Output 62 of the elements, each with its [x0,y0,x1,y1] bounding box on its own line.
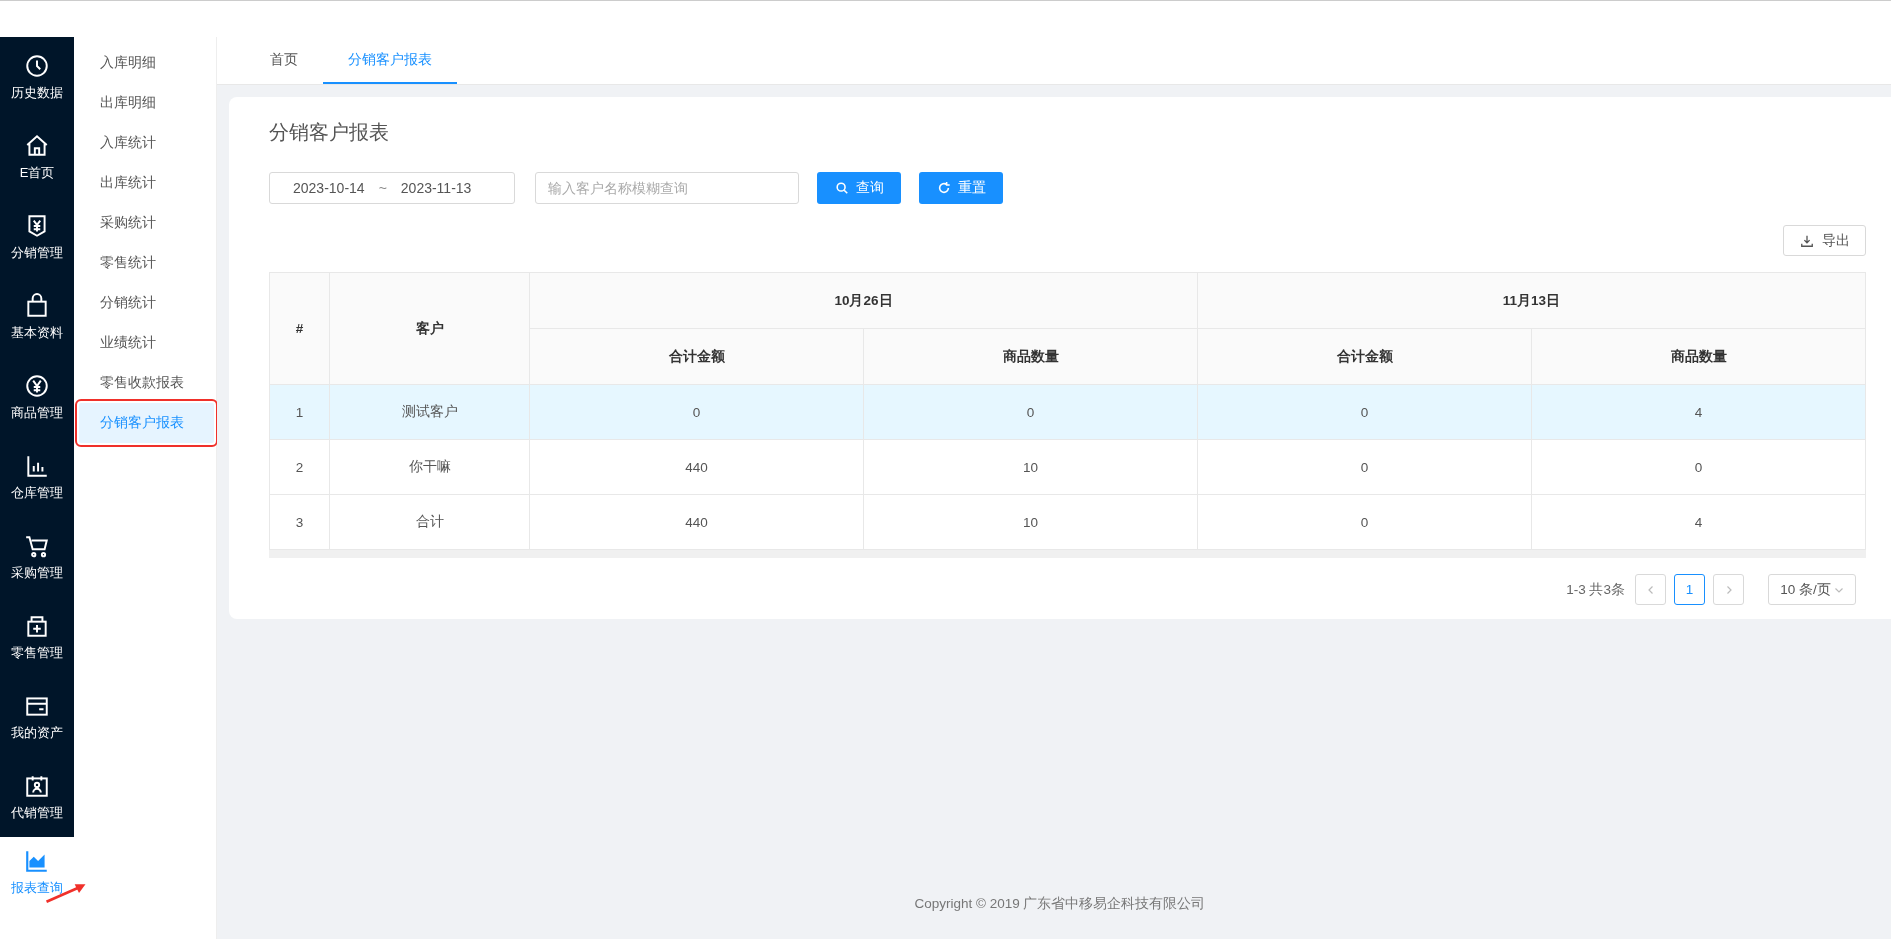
table-cell: 440 [529,439,864,495]
page-tab[interactable]: 首页 [245,37,323,84]
bag-icon [24,292,50,319]
nav-item[interactable]: 分销管理 [0,197,74,277]
table-cell: 合计 [329,494,530,550]
submenu-item[interactable]: 出库明细 [79,83,214,123]
home-icon [24,132,50,159]
table-cell: 10 [863,494,1198,550]
export-button[interactable]: 导出 [1783,225,1866,256]
table-cell: 0 [1197,384,1532,440]
page-size-select[interactable]: 10 条/页 [1768,574,1856,605]
nav-item[interactable]: E首页 [0,117,74,197]
nav-item[interactable]: 零售管理 [0,597,74,677]
column-header: 合计金额 [1197,328,1532,385]
previous-page-button[interactable] [1635,574,1666,605]
table-cell: 测试客户 [329,384,530,440]
submenu-item[interactable]: 入库明细 [79,43,214,83]
submenu-item[interactable]: 采购统计 [79,203,214,243]
table-cell: 2 [269,439,330,495]
table-cell: 0 [1197,494,1532,550]
page-title: 分销客户报表 [269,120,390,145]
nav-item[interactable]: 采购管理 [0,517,74,597]
table-cell: 440 [529,494,864,550]
nav-item[interactable]: 基本资料 [0,277,74,357]
search-icon [834,181,849,195]
submenu-item[interactable]: 零售统计 [79,243,214,283]
table-cell: 0 [1531,439,1866,495]
submenu-item[interactable]: 分销统计 [79,283,214,323]
next-page-button[interactable] [1713,574,1744,605]
submenu-item[interactable]: 业绩统计 [79,323,214,363]
table-cell: 0 [1197,439,1532,495]
nav-item[interactable]: 我的资产 [0,677,74,757]
nav-item[interactable]: 商品管理 [0,357,74,437]
submenu-item[interactable]: 出库统计 [79,163,214,203]
table-cell: 0 [863,384,1198,440]
nav-item[interactable]: 历史数据 [0,37,74,117]
nav-item[interactable]: 仓库管理 [0,437,74,517]
column-header: 商品数量 [863,328,1198,385]
column-header: 客户 [329,272,530,385]
column-group-header: 11月13日 [1197,272,1866,329]
refresh-icon [936,181,951,195]
clock-icon [24,52,50,79]
table-cell: 0 [529,384,864,440]
yen-icon [24,372,50,399]
search-field[interactable]: 输入客户名称模糊查询 [535,172,799,204]
table-cell: 4 [1531,384,1866,440]
column-header: # [269,272,330,385]
submenu-item[interactable]: 入库统计 [79,123,214,163]
table-cell: 你干嘛 [329,439,530,495]
submenu-item[interactable]: 零售收款报表 [79,363,214,403]
pagination-summary: 1-3 共3条 [1566,580,1625,599]
table-cell: 4 [1531,494,1866,550]
download-icon [1799,233,1814,248]
copyright-text: Copyright © 2019 广东省中移易企科技有限公司 [913,895,1207,913]
date-range-field[interactable]: 2023-10-14 ~ 2023-11-13 [269,172,515,204]
column-header: 合计金额 [529,328,864,385]
column-group-header: 10月26日 [529,272,1198,329]
column-header: 商品数量 [1531,328,1866,385]
nav-item[interactable]: 代销管理 [0,757,74,837]
table-cell: 3 [269,494,330,550]
table-cell: 1 [269,384,330,440]
table-cell: 10 [863,439,1198,495]
